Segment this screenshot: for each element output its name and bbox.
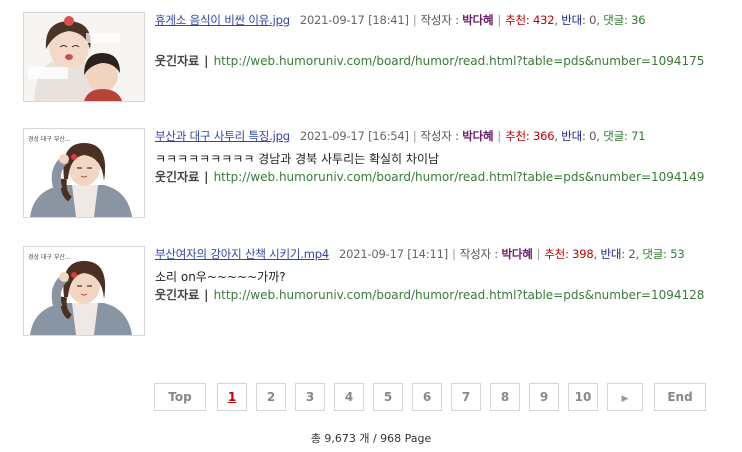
post-meta: 휴게소 음식이 비싼 이유.jpg 2021-09-17 [18:41] | 작성자 … [155, 13, 646, 27]
post-title-link[interactable]: 휴게소 음식이 비싼 이유.jpg [155, 13, 290, 27]
post-author[interactable]: 박다혜 [462, 13, 493, 27]
pagination: Top 1 2 3 4 5 6 7 8 9 10 ▶ End [0, 383, 742, 411]
source-label: 웃긴자료 [155, 54, 200, 68]
oppose-label: 반대 [600, 247, 622, 261]
source-label: 웃긴자료 [155, 288, 200, 302]
recommend-count: : 366 [525, 129, 555, 143]
post-meta: 부산여자의 강아지 산책 시키기.mp4 2021-09-17 [14:11] | 작… [155, 247, 685, 261]
page-button[interactable]: 5 [373, 383, 403, 411]
comment-count: : 71 [623, 129, 646, 143]
comment-label: 댓글 [603, 129, 624, 143]
post-url-link[interactable]: http://web.humoruniv.com/board/humor/rea… [214, 288, 705, 302]
oppose-count: : 2 [621, 247, 636, 261]
recommend-label: 추천 [505, 13, 526, 27]
page-last-button[interactable]: End [654, 383, 706, 411]
page-next-button[interactable]: ▶ [607, 383, 643, 411]
post-date: 2021-09-17 [18:41] [299, 13, 409, 27]
page-button[interactable]: 7 [451, 383, 481, 411]
post-url-link[interactable]: http://web.humoruniv.com/board/humor/rea… [214, 170, 705, 184]
post-body: ㅋㅋㅋㅋㅋㅋㅋㅋㅋ 경남과 경북 사투리는 확실히 차이남 [155, 152, 440, 166]
oppose-label: 반대 [561, 13, 583, 27]
author-label: 작성자 : [420, 13, 459, 27]
comment-count: : 53 [663, 247, 685, 261]
total-count: 총 9,673 개 / 968 Page [310, 432, 432, 445]
post-title-link[interactable]: 부산과 대구 사투리 특징.jpg [155, 129, 290, 143]
post-item: 경상 대구 부산... 부산과 대구 사투리 특징.jpg 2021-09-17 … [23, 128, 733, 221]
svg-text:경상 대구 부산...: 경상 대구 부산... [28, 135, 71, 143]
recommend-label: 추천 [544, 247, 566, 261]
page-first-button[interactable]: Top [154, 383, 206, 411]
page-button[interactable]: 9 [529, 383, 559, 411]
oppose-label: 반대 [561, 129, 583, 143]
recommend-count: : 398 [565, 247, 594, 261]
post-item: 휴게소 음식이 비싼 이유.jpg 2021-09-17 [18:41] | 작성자 … [23, 12, 733, 105]
post-source: 웃긴자료 | http://web.humoruniv.com/board/humo… [155, 288, 705, 302]
next-arrow-icon: ▶ [621, 394, 629, 404]
post-source: 웃긴자료 | http://web.humoruniv.com/board/humo… [155, 170, 705, 184]
svg-text:경상 대구 부산...: 경상 대구 부산... [28, 253, 71, 261]
post-source: 웃긴자료 | http://web.humoruniv.com/board/humo… [155, 54, 705, 68]
page-button[interactable]: 3 [295, 383, 325, 411]
post-item: 경상 대구 부산... 부산여자의 강아지 산책 시키기.mp4 2021-09-… [23, 246, 733, 339]
recommend-count: : 432 [525, 13, 555, 27]
oppose-count: : 0 [582, 129, 597, 143]
page-button[interactable]: 6 [412, 383, 442, 411]
post-body: 소리 on우~~~~~가까? [155, 270, 286, 284]
comment-label: 댓글 [603, 13, 624, 27]
source-label: 웃긴자료 [155, 170, 200, 184]
post-thumbnail[interactable] [23, 12, 145, 102]
author-label: 작성자 : [459, 247, 498, 261]
comment-count: : 36 [623, 13, 646, 27]
page-button-current[interactable]: 1 [217, 383, 247, 411]
page-button[interactable]: 10 [568, 383, 598, 411]
page-button[interactable]: 4 [334, 383, 364, 411]
recommend-label: 추천 [505, 129, 526, 143]
post-thumbnail[interactable]: 경상 대구 부산... [23, 246, 145, 336]
post-meta: 부산과 대구 사투리 특징.jpg 2021-09-17 [16:54] | 작성자 … [155, 129, 646, 143]
post-author[interactable]: 박다혜 [462, 129, 493, 143]
post-url-link[interactable]: http://web.humoruniv.com/board/humor/rea… [214, 54, 705, 68]
post-date: 2021-09-17 [16:54] [299, 129, 409, 143]
post-title-link[interactable]: 부산여자의 강아지 산책 시키기.mp4 [155, 247, 329, 261]
post-thumbnail[interactable]: 경상 대구 부산... [23, 128, 145, 218]
comment-label: 댓글 [642, 247, 664, 261]
page-button[interactable]: 2 [256, 383, 286, 411]
page-button[interactable]: 8 [490, 383, 520, 411]
post-date: 2021-09-17 [14:11] [338, 247, 448, 261]
post-author[interactable]: 박다혜 [501, 247, 532, 261]
author-label: 작성자 : [420, 129, 459, 143]
oppose-count: : 0 [582, 13, 597, 27]
